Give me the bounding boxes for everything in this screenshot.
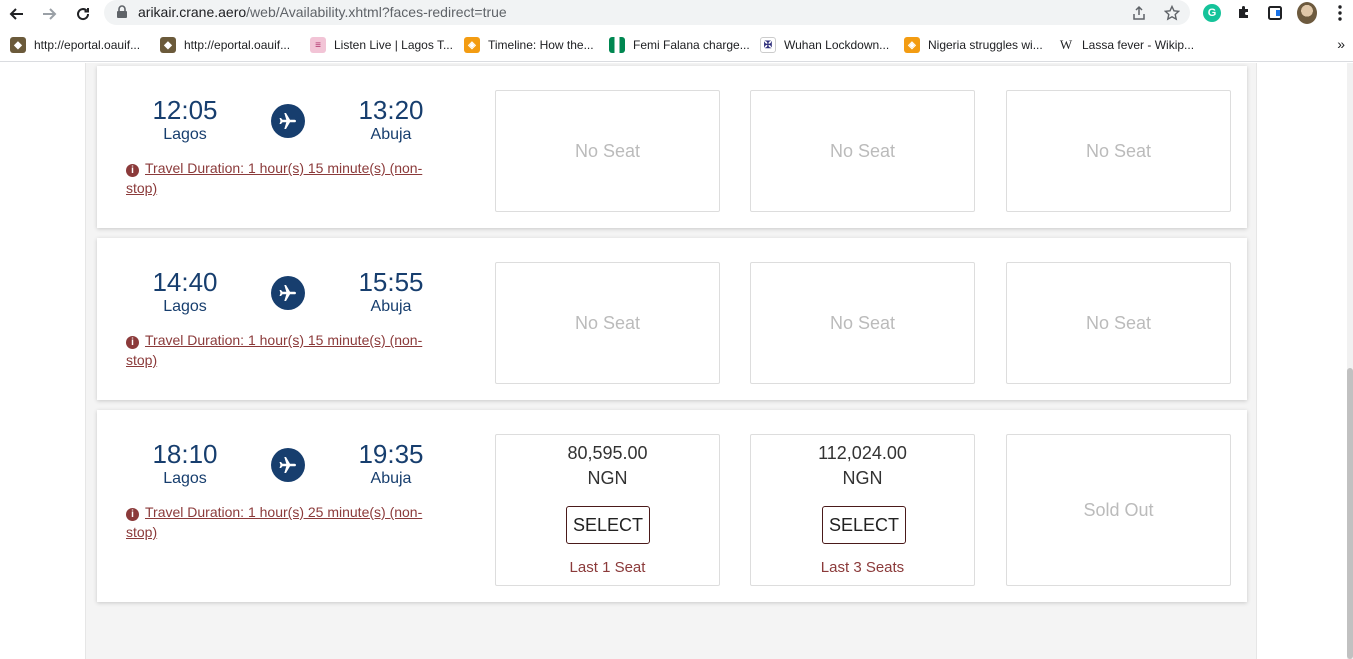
arrival-time: 13:20 <box>358 95 424 125</box>
radio-icon: ≡ <box>310 37 326 53</box>
more-bookmarks-chevron-icon[interactable]: » <box>1337 36 1345 52</box>
bookmark-item[interactable]: ◈ Timeline: How the... <box>464 36 594 54</box>
departure-time: 12:05 <box>152 95 218 125</box>
flight-row: 18:10 Lagos 19:35 Abuja i Travel Duration… <box>97 410 1247 602</box>
page-viewport: 12:05 Lagos 13:20 Abuja i Travel Duration… <box>0 63 1353 659</box>
select-fare-button[interactable]: SELECT <box>822 506 906 544</box>
arrival-city: Abuja <box>370 126 412 143</box>
news-icon: ◈ <box>464 37 480 53</box>
fare-amount: 80,595.00 <box>567 443 648 463</box>
arrival-time: 19:35 <box>358 439 424 469</box>
departure-city: Lagos <box>163 470 207 487</box>
grammarly-icon[interactable]: G <box>1202 3 1222 23</box>
airplane-icon <box>271 276 305 310</box>
airplane-icon <box>271 104 305 138</box>
profile-avatar[interactable] <box>1297 2 1317 24</box>
seats-left-label: Last 3 Seats <box>820 559 905 576</box>
arrival-time: 15:55 <box>358 267 424 297</box>
arrival-city: Abuja <box>370 298 412 315</box>
bookmark-item[interactable]: ✠ Wuhan Lockdown... <box>760 36 889 54</box>
bookmark-item[interactable]: ◈ Nigeria struggles wi... <box>904 36 1043 54</box>
scrollbar-thumb[interactable] <box>1347 368 1353 659</box>
share-icon[interactable] <box>1129 3 1149 23</box>
arrow-right-icon <box>43 8 57 20</box>
seats-left-label: Last 1 Seat <box>569 559 646 576</box>
page-scrollbar[interactable] <box>1347 63 1353 659</box>
reload-icon <box>77 8 90 21</box>
nigeria-flag-icon <box>609 37 625 53</box>
kebab-menu-icon[interactable] <box>1330 3 1350 23</box>
airplane-icon <box>271 448 305 482</box>
fare-cell-no-seat: No Seat <box>1006 90 1231 212</box>
reading-list-icon[interactable] <box>1265 3 1285 23</box>
departure-time: 18:10 <box>152 439 218 469</box>
bookmark-item[interactable]: Femi Falana charge... <box>609 36 750 54</box>
extensions-puzzle-icon[interactable] <box>1234 3 1254 23</box>
arrow-left-icon <box>9 8 23 20</box>
bookmark-item[interactable]: ◆ http://eportal.oauif... <box>10 36 140 54</box>
crest-icon: ✠ <box>760 37 776 53</box>
fare-cell-no-seat: No Seat <box>750 90 975 212</box>
flight-row: 14:40 Lagos 15:55 Abuja i Travel Duration… <box>97 238 1247 400</box>
url-text: arikair.crane.aero/web/Availability.xhtm… <box>138 4 507 20</box>
bookmark-item[interactable]: ◆ http://eportal.oauif... <box>160 36 290 54</box>
travel-duration-link[interactable]: i Travel Duration: 1 hour(s) 15 minute(s)… <box>126 330 446 370</box>
fare-cell-sold-out: Sold Out <box>1006 434 1231 586</box>
university-crest-icon: ◆ <box>160 37 176 53</box>
flight-row: 12:05 Lagos 13:20 Abuja i Travel Duration… <box>97 66 1247 228</box>
bookmark-item[interactable]: W Lassa fever - Wikip... <box>1058 36 1194 54</box>
travel-duration-link[interactable]: i Travel Duration: 1 hour(s) 25 minute(s)… <box>126 502 446 542</box>
fare-cell-economy: 80,595.00 NGN SELECT Last 1 Seat <box>495 434 720 586</box>
news-icon: ◈ <box>904 37 920 53</box>
browser-toolbar: arikair.crane.aero/web/Availability.xhtm… <box>0 0 1353 28</box>
forward-button[interactable] <box>38 3 60 25</box>
fare-amount: 112,024.00 <box>818 443 907 463</box>
info-icon: i <box>126 336 139 349</box>
travel-duration-link[interactable]: i Travel Duration: 1 hour(s) 15 minute(s)… <box>126 158 446 198</box>
select-fare-button[interactable]: SELECT <box>566 506 650 544</box>
departure-time: 14:40 <box>152 267 218 297</box>
departure-city: Lagos <box>163 126 207 143</box>
fare-cell-no-seat: No Seat <box>495 90 720 212</box>
reload-button[interactable] <box>72 3 94 25</box>
fare-currency: NGN <box>587 468 628 488</box>
back-button[interactable] <box>6 3 28 25</box>
arrival-city: Abuja <box>370 470 412 487</box>
availability-container: 12:05 Lagos 13:20 Abuja i Travel Duration… <box>85 63 1257 659</box>
lock-icon <box>117 5 127 18</box>
bookmark-star-icon[interactable] <box>1162 3 1182 23</box>
fare-cell-no-seat: No Seat <box>750 262 975 384</box>
wikipedia-icon: W <box>1059 37 1073 52</box>
fare-cell-no-seat: No Seat <box>495 262 720 384</box>
info-icon: i <box>126 164 139 177</box>
bookmarks-bar: ◆ http://eportal.oauif... ◆ http://eport… <box>0 28 1353 62</box>
university-crest-icon: ◆ <box>10 37 26 53</box>
info-icon: i <box>126 508 139 521</box>
departure-city: Lagos <box>163 298 207 315</box>
fare-cell-no-seat: No Seat <box>1006 262 1231 384</box>
fare-currency: NGN <box>842 468 883 488</box>
address-bar[interactable]: arikair.crane.aero/web/Availability.xhtm… <box>104 0 1190 25</box>
fare-cell-premium: 112,024.00 NGN SELECT Last 3 Seats <box>750 434 975 586</box>
bookmark-item[interactable]: ≡ Listen Live | Lagos T... <box>310 36 453 54</box>
